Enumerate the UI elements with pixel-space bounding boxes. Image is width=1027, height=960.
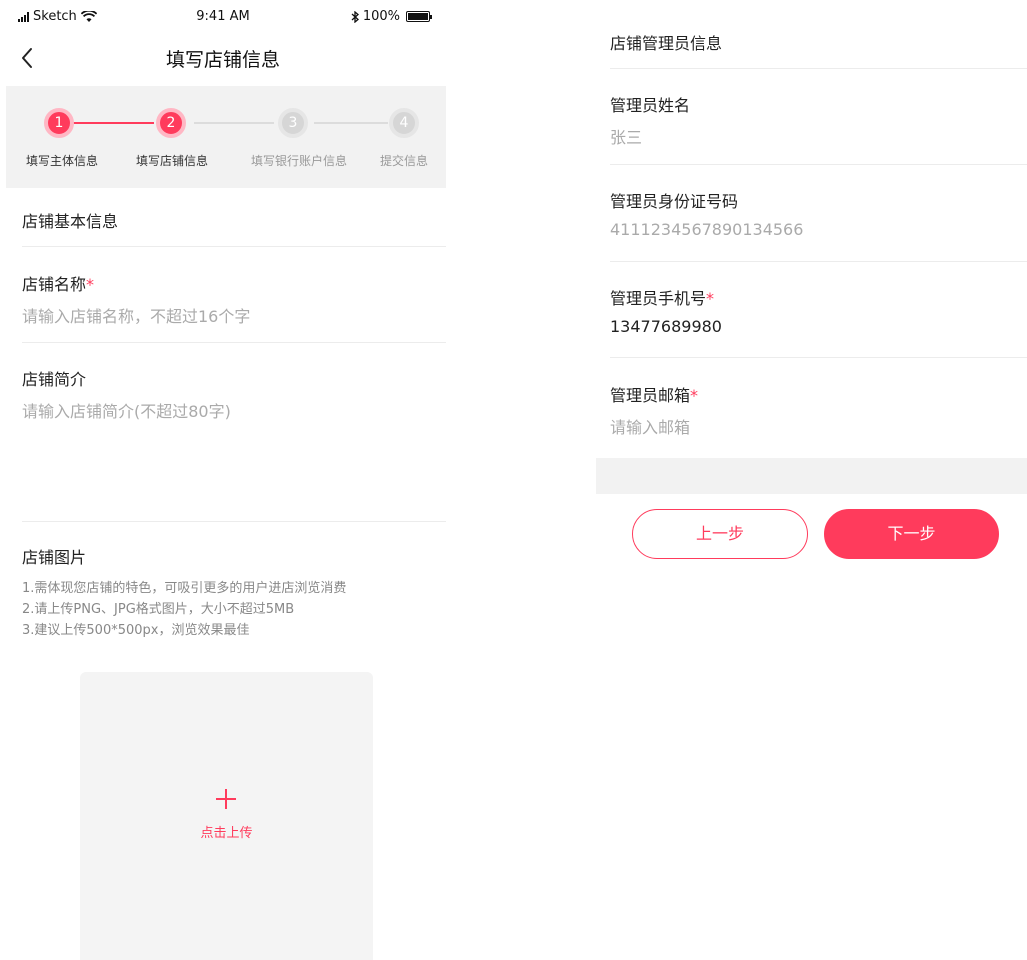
admin-email-label-text: 管理员邮箱 <box>610 386 691 405</box>
admin-info-title: 店铺管理员信息 <box>610 34 723 53</box>
image-upload-box[interactable]: 点击上传 <box>80 672 373 960</box>
divider <box>610 261 1027 262</box>
required-mark: * <box>706 289 715 308</box>
shop-images-title: 店铺图片 <box>22 548 87 567</box>
image-note-1: 1.需体现您店铺的特色，可吸引更多的用户进店浏览消费 <box>22 581 347 596</box>
divider <box>610 68 1027 69</box>
basic-info-title: 店铺基本信息 <box>22 212 119 231</box>
step-4-label: 提交信息 <box>379 154 429 168</box>
step-1-circle: 1 <box>44 108 74 138</box>
plus-icon <box>216 789 236 809</box>
step-3-label: 填写银行账户信息 <box>250 154 348 168</box>
admin-info-screen: 店铺管理员信息 管理员姓名 张三 管理员身份证号码 41112345678901… <box>596 0 1027 960</box>
progress-stepper: 1 2 3 4 填写主体信息 填写店铺信息 填写银行账户信息 提交信息 <box>6 86 446 188</box>
divider <box>610 164 1027 165</box>
admin-name-label: 管理员姓名 <box>610 96 691 115</box>
image-note-2: 2.请上传PNG、JPG格式图片，大小不超过5MB <box>22 602 295 617</box>
step-1-number: 1 <box>54 115 64 131</box>
step-2-circle: 2 <box>156 108 186 138</box>
battery-icon <box>406 11 432 22</box>
step-connector-2 <box>194 122 274 124</box>
prev-step-button[interactable]: 上一步 <box>632 509 808 559</box>
step-2-label: 填写店铺信息 <box>135 154 209 168</box>
step-connector-3 <box>314 122 388 124</box>
required-mark: * <box>86 275 95 294</box>
shop-intro-label: 店铺简介 <box>22 370 87 389</box>
admin-phone-input[interactable]: 13477689980 <box>610 317 722 336</box>
admin-id-input[interactable]: 4111234567890134566 <box>610 220 803 239</box>
admin-id-label: 管理员身份证号码 <box>610 192 739 211</box>
next-step-button[interactable]: 下一步 <box>824 509 999 559</box>
bluetooth-icon <box>351 10 359 23</box>
admin-phone-label: 管理员手机号* <box>610 285 714 309</box>
shop-name-input[interactable]: 请输入店铺名称，不超过16个字 <box>22 303 250 327</box>
divider <box>22 246 446 247</box>
step-3-number: 3 <box>288 115 298 131</box>
admin-phone-label-text: 管理员手机号 <box>610 289 707 308</box>
step-2-number: 2 <box>166 115 176 131</box>
shop-info-screen: Sketch 9:41 AM 100% 填写店铺信息 1 2 3 4 填写主体信… <box>0 0 446 960</box>
upload-label: 点击上传 <box>200 826 253 841</box>
page-title: 填写店铺信息 <box>165 49 280 71</box>
admin-name-input[interactable]: 张三 <box>610 124 642 148</box>
back-arrow-icon[interactable] <box>14 42 42 74</box>
nav-bar: 填写店铺信息 <box>0 32 446 84</box>
shop-name-label: 店铺名称* <box>22 271 94 295</box>
battery-percent: 100% <box>362 9 400 24</box>
step-4-number: 4 <box>399 115 409 131</box>
status-bar: Sketch 9:41 AM 100% <box>0 0 446 32</box>
admin-email-label: 管理员邮箱* <box>610 382 698 406</box>
status-right: 100% <box>351 9 432 24</box>
step-connector-1 <box>72 122 154 124</box>
step-3-circle: 3 <box>278 108 308 138</box>
image-note-3: 3.建议上传500*500px，浏览效果最佳 <box>22 623 250 638</box>
shop-name-label-text: 店铺名称 <box>22 275 87 294</box>
step-1-label: 填写主体信息 <box>25 154 99 168</box>
section-spacer <box>596 458 1027 494</box>
step-4-circle: 4 <box>389 108 419 138</box>
divider <box>22 521 446 522</box>
required-mark: * <box>690 386 699 405</box>
divider <box>610 357 1027 358</box>
divider <box>22 342 446 343</box>
shop-intro-textarea[interactable]: 请输入店铺简介(不超过80字) <box>22 398 442 508</box>
admin-email-input[interactable]: 请输入邮箱 <box>610 414 690 438</box>
